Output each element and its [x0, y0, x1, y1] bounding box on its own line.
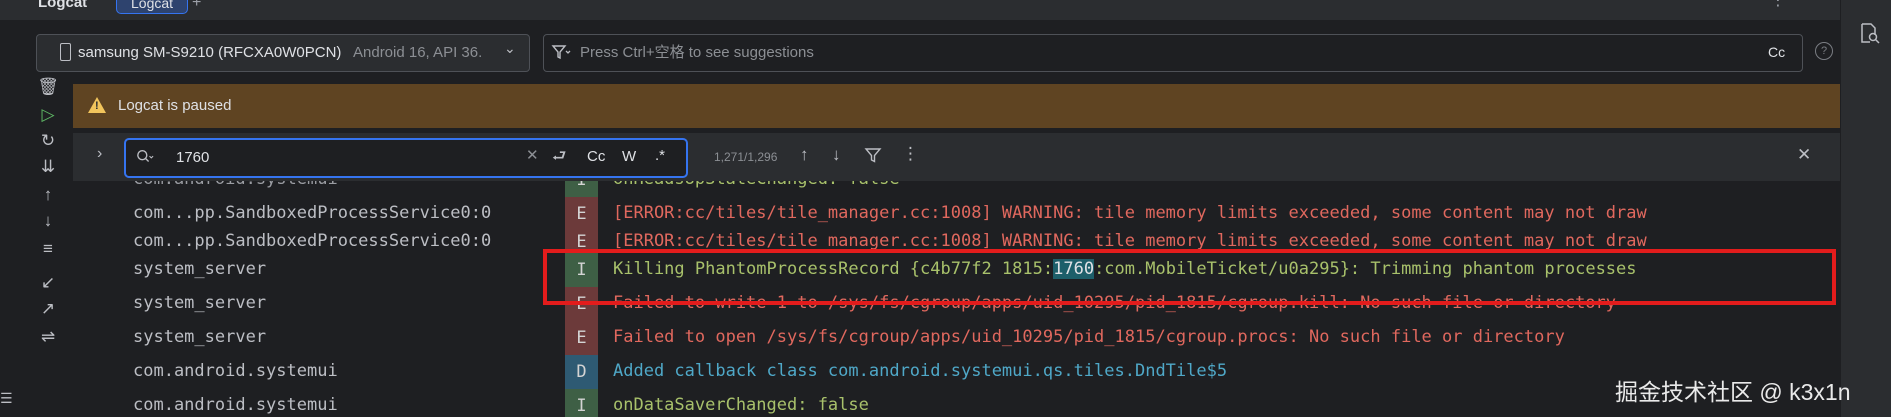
tool-window-title: Logcat [38, 0, 88, 11]
log-tag: com.android.systemui [133, 395, 338, 415]
log-level: I [565, 389, 598, 417]
clear-logcat-icon[interactable]: 🗑 [37, 77, 59, 97]
warning-icon-mark: ! [95, 100, 99, 112]
new-line-icon[interactable]: ⮐ [552, 145, 566, 172]
chevron-right-icon[interactable]: › [97, 145, 102, 163]
find-input[interactable] [174, 145, 518, 169]
log-message: onHeadsUpStateChanged: false [613, 181, 900, 189]
log-tag: com...pp.SandboxedProcessService0:0 [133, 203, 492, 223]
filter-match-case-button[interactable]: Cc [1768, 44, 1785, 60]
log-level: D [565, 355, 598, 389]
resume-logcat-icon[interactable]: ▷ [37, 105, 59, 125]
log-message: onDataSaverChanged: false [613, 395, 869, 415]
collapse-icon[interactable]: ↙ [37, 273, 59, 293]
logcat-action-gutter: 🗑 ▷ ↻ ⇊ ↑ ↓ ≡ ↙ ↗ ⇌ [0, 77, 72, 417]
clear-search-icon[interactable]: ✕ [526, 146, 539, 164]
watermark: 掘金技术社区 @ k3x1n [1615, 379, 1851, 405]
settings-icon[interactable]: ⇌ [37, 327, 59, 347]
log-tag: system_server [133, 327, 267, 347]
log-message: Failed to open /sys/fs/cgroup/apps/uid_1… [613, 327, 1565, 347]
document-search-icon[interactable] [1858, 22, 1880, 44]
scroll-to-end-icon[interactable]: ⇊ [37, 157, 59, 177]
paused-banner-text: Logcat is paused [118, 97, 232, 114]
device-name: samsung SM-S9210 (RFCXA0W0PCN) [78, 44, 342, 61]
log-message: [ERROR:cc/tiles/tile_manager.cc:1008] WA… [613, 203, 1647, 223]
previous-match-icon[interactable]: ↑ [800, 145, 809, 165]
table-row[interactable]: com.android.systemui I onHeadsUpStateCha… [73, 181, 1840, 197]
filter-input[interactable] [578, 38, 1732, 66]
log-tag: com.android.systemui [133, 181, 338, 189]
expand-icon[interactable]: ↗ [37, 299, 59, 319]
log-tag: com.android.systemui [133, 361, 338, 381]
log-level: I [565, 181, 598, 197]
add-tab-button[interactable]: + [192, 0, 201, 12]
filter-matches-icon[interactable] [864, 146, 882, 164]
whole-words-button[interactable]: W [622, 148, 636, 165]
next-occurrence-icon[interactable]: ↓ [37, 211, 59, 231]
table-row[interactable]: com.android.systemui I onDataSaverChange… [73, 389, 1840, 417]
filter-icon[interactable] [551, 42, 571, 62]
more-options-icon[interactable]: ⋮ [902, 144, 919, 164]
table-row[interactable]: system_server E Failed to open /sys/fs/c… [73, 321, 1840, 355]
right-tool-strip [1840, 0, 1891, 417]
regex-button[interactable]: .* [655, 147, 665, 164]
log-message: [ERROR:cc/tiles/tile_manager.cc:1008] WA… [613, 231, 1647, 251]
log-level: E [565, 321, 598, 355]
tool-window-tabbar [0, 0, 1840, 20]
log-tag: system_server [133, 293, 267, 313]
help-icon[interactable]: ? [1815, 42, 1833, 60]
log-tag: system_server [133, 259, 267, 279]
phone-icon [60, 43, 71, 61]
next-match-icon[interactable]: ↓ [832, 145, 841, 165]
log-message: Added callback class com.android.systemu… [613, 361, 1228, 381]
restart-logcat-icon[interactable]: ↻ [37, 131, 59, 151]
close-icon[interactable]: ✕ [1797, 145, 1811, 165]
log-tag: com...pp.SandboxedProcessService0:0 [133, 231, 492, 251]
device-api-level: Android 16, API 36. [353, 44, 483, 61]
table-row[interactable]: com.android.systemui D Added callback cl… [73, 355, 1840, 389]
more-options-icon[interactable]: ⋮ [1770, 0, 1786, 10]
paused-banner [73, 84, 1840, 128]
search-icon[interactable] [136, 148, 154, 166]
previous-occurrence-icon[interactable]: ↑ [37, 185, 59, 205]
list-icon[interactable]: ☰ [0, 390, 13, 407]
match-count: 1,271/1,296 [714, 150, 778, 164]
match-case-button[interactable]: Cc [587, 148, 605, 165]
tab-logcat[interactable]: Logcat [116, 0, 189, 14]
soft-wrap-icon[interactable]: ≡ [37, 239, 59, 259]
chevron-down-icon[interactable]: ⌄ [504, 40, 516, 57]
annotation-highlight-box [543, 249, 1836, 305]
